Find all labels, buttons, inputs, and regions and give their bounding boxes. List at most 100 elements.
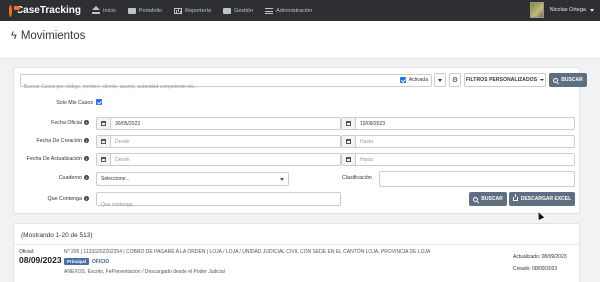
home-icon (92, 5, 100, 14)
calendar-icon[interactable] (97, 118, 111, 129)
search-icon (553, 77, 559, 83)
solo-mis-casos-label: Solo Mis Casos (56, 100, 93, 106)
fecha-creacion-label: Fecha De Creación i (14, 138, 89, 144)
results-count: (Mostrando 1-20 de 513) (21, 232, 93, 239)
logo-icon (9, 4, 20, 17)
nav-item-inicio[interactable]: Inicio (92, 5, 116, 14)
caret-down-icon (540, 79, 545, 81)
nav-item-administracion[interactable]: Administración (265, 7, 313, 14)
cuaderno-selected-value: Seleccione... (101, 176, 130, 182)
fecha-oficial-text: Fecha Oficial (51, 120, 82, 126)
main-nav: Inicio Portafolio Reportería Gestión Adm… (92, 5, 324, 14)
fecha-oficial-from-field (96, 117, 341, 130)
top-navbar: CaseTracking Inicio Portafolio Reporterí… (0, 0, 600, 21)
nav-item-label: Gestión (234, 7, 254, 14)
caret-down-icon (280, 178, 284, 181)
nav-item-reporteria[interactable]: Reportería (174, 7, 212, 14)
page-header: ϟ Movimientos (0, 21, 600, 59)
fecha-actualizacion-from-field (96, 153, 341, 166)
search-button[interactable]: BUSCAR (549, 73, 587, 87)
fecha-actualizacion-from-input[interactable] (111, 154, 340, 165)
fecha-actualizacion-to-field (341, 153, 575, 166)
calendar-icon[interactable] (342, 118, 356, 129)
cuaderno-label: Cuaderno i (24, 175, 89, 181)
cuaderno-text: Cuaderno (58, 175, 82, 181)
case-title[interactable]: N° 205 | 11333202202254 | COBRO DE PAGAR… (64, 249, 430, 255)
briefcase-icon (127, 7, 136, 14)
user-name: Nicolas Ortega (549, 7, 586, 13)
clasificacion-input[interactable] (380, 178, 574, 190)
custom-filters-button[interactable]: FILTROS PERSONALIZADOS (464, 73, 546, 87)
principal-badge: Principal (64, 258, 90, 265)
form-search-label: BUSCAR (481, 196, 503, 202)
fecha-actualizacion-text: Fecha De Actualización (26, 156, 82, 162)
search-icon (473, 196, 479, 202)
search-button-label: BUSCAR (561, 77, 583, 83)
filter-card: Activada ⚙ FILTROS PERSONALIZADOS BUSCAR… (13, 67, 587, 214)
clasificacion-field (379, 171, 575, 190)
chart-icon (174, 7, 183, 14)
bolt-icon: ϟ (11, 30, 17, 42)
calendar-icon[interactable] (97, 154, 111, 165)
calendar-icon[interactable] (97, 136, 111, 147)
calendar-icon[interactable] (342, 136, 356, 147)
info-icon[interactable]: i (84, 120, 89, 126)
updated-date: Actualizado: 08/09/2023 (513, 254, 567, 260)
form-search-button[interactable]: BUSCAR (469, 192, 507, 206)
avatar (529, 2, 544, 18)
info-icon[interactable]: i (84, 175, 89, 181)
fecha-creacion-text: Fecha De Creación (36, 138, 82, 144)
fecha-actualizacion-label: Fecha De Actualización i (14, 156, 89, 162)
gear-icon: ⚙ (451, 77, 459, 84)
fecha-actualizacion-to-input[interactable] (356, 154, 574, 165)
download-icon (512, 194, 518, 201)
nav-item-gestion[interactable]: Gestión (223, 7, 254, 14)
caret-down-icon (438, 78, 442, 82)
fecha-creacion-to-input[interactable] (356, 136, 574, 147)
que-contenga-label: Que Contenga i (24, 196, 89, 202)
fecha-oficial-to-input[interactable] (356, 118, 574, 129)
activada-toggle[interactable]: Activada (399, 77, 428, 83)
info-icon[interactable]: i (84, 138, 89, 144)
search-input[interactable] (21, 81, 371, 93)
calendar-icon[interactable] (342, 154, 356, 165)
nav-item-portafolio[interactable]: Portafolio (127, 7, 163, 14)
que-contenga-text: Que Contenga (47, 196, 82, 202)
activada-label: Activada (408, 77, 428, 83)
chevron-down-icon (590, 8, 594, 12)
movement-type: OFICIO (92, 258, 110, 265)
app-logo[interactable]: CaseTracking (9, 4, 81, 17)
fecha-oficial-from-input[interactable] (111, 118, 340, 129)
fecha-creacion-to-field (341, 135, 575, 148)
divider (14, 244, 579, 245)
oficial-date: 08/09/2023 (19, 255, 62, 265)
search-options-dropdown[interactable] (434, 73, 446, 87)
settings-button[interactable]: ⚙ (449, 73, 461, 87)
fecha-creacion-from-field (96, 135, 341, 148)
fecha-oficial-label: Fecha Oficial i (24, 120, 89, 126)
solo-mis-casos-checkbox[interactable] (96, 99, 102, 105)
download-excel-label: DESCARGAR EXCEL (520, 196, 572, 202)
folder-icon (223, 7, 232, 14)
search-box: Activada (20, 74, 432, 93)
que-contenga-field (96, 192, 341, 211)
user-menu[interactable]: Nicolas Ortega (529, 2, 594, 18)
nav-item-label: Administración (276, 7, 313, 14)
clasificacion-label: Clasificación (342, 175, 372, 181)
custom-filters-label: FILTROS PERSONALIZADOS (465, 77, 538, 83)
info-icon[interactable]: i (84, 156, 89, 162)
fecha-creacion-from-input[interactable] (111, 136, 340, 147)
nav-item-label: Reportería (185, 7, 212, 14)
activada-checkbox[interactable] (399, 77, 406, 83)
nav-item-label: Portafolio (138, 7, 163, 14)
download-excel-button[interactable]: DESCARGAR EXCEL (509, 192, 575, 206)
page-title-text: Movimientos (20, 30, 86, 42)
cuaderno-select[interactable]: Seleccione... (96, 172, 289, 186)
movement-details: ANEXOS, Escrito, FePresentacion / Descar… (64, 269, 225, 275)
created-date: Creado: 08/09/2023 (513, 266, 558, 272)
logo-text: CaseTracking (15, 5, 81, 16)
info-icon[interactable]: i (84, 196, 89, 202)
que-contenga-input[interactable] (97, 199, 340, 211)
badges: Principal OFICIO (64, 258, 109, 265)
menu-icon (265, 7, 274, 14)
